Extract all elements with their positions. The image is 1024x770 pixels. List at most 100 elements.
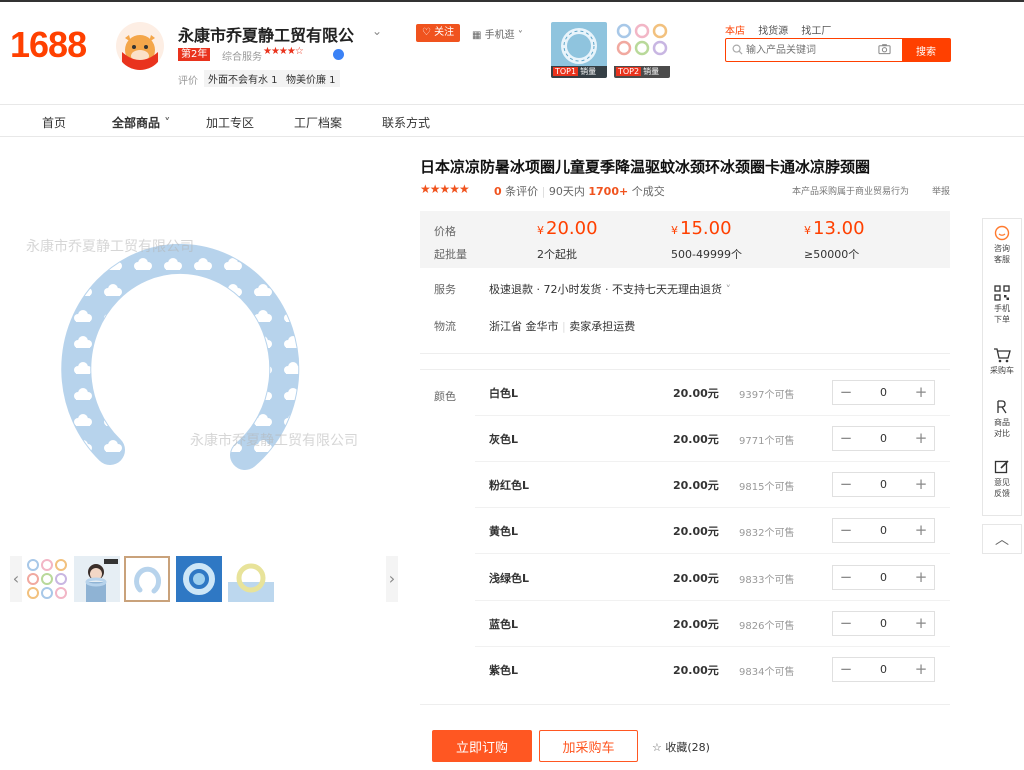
thumbnail[interactable] <box>176 556 222 602</box>
quantity-input[interactable] <box>859 566 908 589</box>
variant-price: 20.00元 <box>673 387 719 400</box>
minus-icon[interactable]: − <box>833 519 859 542</box>
minus-icon[interactable]: − <box>833 473 859 496</box>
variant-price: 20.00元 <box>673 525 719 538</box>
eval-tag: 外面不会有水 1 <box>204 70 282 87</box>
tier-moq: ≥50000个 <box>804 248 860 261</box>
nav-all-products[interactable]: 全部商品 ˅ <box>112 114 170 131</box>
variant-stock: 9832个可售 <box>739 528 795 539</box>
thumbnail[interactable] <box>228 556 274 602</box>
scope-tab-source[interactable]: 找货源 <box>758 26 788 37</box>
logistics-text: 浙江省 金华市 | 卖家承担运费 <box>489 320 636 333</box>
plus-icon[interactable]: + <box>908 427 934 450</box>
chevron-up-icon: ︿ <box>995 532 1009 548</box>
scope-tab-shop[interactable]: 本店 <box>725 26 745 37</box>
plus-icon[interactable]: + <box>908 658 934 681</box>
variant-row: 粉红色L 20.00元 9815个可售 − + <box>475 462 950 508</box>
back-to-top-button[interactable]: ︿ <box>982 524 1022 554</box>
qr-icon: ▦ <box>472 30 482 41</box>
variant-name: 黄色L <box>489 525 519 538</box>
edit-icon <box>994 460 1009 474</box>
favorite-button[interactable]: ☆ 收藏(28) <box>652 739 710 755</box>
chevron-down-icon: ˅ <box>725 283 731 296</box>
variant-name: 蓝色L <box>489 618 519 631</box>
price-label: 价格 <box>434 225 456 238</box>
quantity-input[interactable] <box>859 381 908 404</box>
variant-name: 灰色L <box>489 433 519 446</box>
plus-icon[interactable]: + <box>908 612 934 635</box>
sidebar-item-feedback[interactable]: 意见反馈 <box>983 459 1021 499</box>
minus-icon[interactable]: − <box>833 612 859 635</box>
variant-name: 浅绿色L <box>489 572 530 585</box>
service-label: 服务 <box>434 283 456 296</box>
shop-name[interactable]: 永康市乔夏静工贸有限公 <box>178 22 354 46</box>
product-title: 日本凉凉防暑冰项圈儿童夏季降温驱蚊冰颈环冰颈圈卡通冰凉脖颈圈 <box>420 158 871 176</box>
cart-icon <box>994 348 1011 363</box>
chevron-down-icon: ˅ <box>517 30 523 41</box>
chat-icon <box>994 225 1010 241</box>
chevron-right-icon[interactable]: › <box>386 556 398 602</box>
variant-price: 20.00元 <box>673 572 719 585</box>
camera-icon[interactable] <box>878 43 891 55</box>
thumbnail[interactable] <box>24 556 70 602</box>
top-rank-badge-1[interactable]: TOP1 销量 <box>551 22 607 78</box>
variant-stock: 9771个可售 <box>739 436 795 447</box>
site-logo[interactable]: 1688 <box>10 24 87 66</box>
minus-icon[interactable]: − <box>833 566 859 589</box>
variant-row: 灰色L 20.00元 9771个可售 − + <box>475 416 950 462</box>
service-text[interactable]: 极速退款 · 72小时发货 · 不支持七天无理由退货 ˅ <box>489 281 731 297</box>
plus-icon[interactable]: + <box>908 566 934 589</box>
price-panel: 价格 起批量 ¥20.00 2个起批 ¥15.00 500-49999个 ¥13… <box>420 211 950 268</box>
sidebar-item-compare[interactable]: 商品对比 <box>983 399 1021 439</box>
follow-button[interactable]: ♡ 关注 <box>416 24 460 42</box>
variant-price: 20.00元 <box>673 479 719 492</box>
add-to-cart-button[interactable]: 加采购车 <box>539 730 638 762</box>
shop-avatar[interactable] <box>116 22 164 70</box>
quantity-input[interactable] <box>859 612 908 635</box>
minus-icon[interactable]: − <box>833 658 859 681</box>
search-button[interactable]: 搜索 <box>902 39 950 61</box>
thumbnail-selected[interactable] <box>124 556 170 602</box>
sidebar-item-service[interactable]: 咨询客服 <box>983 225 1021 265</box>
plus-icon[interactable]: + <box>908 473 934 496</box>
quantity-stepper: − + <box>832 380 935 405</box>
report-link[interactable]: 举报 <box>932 184 950 197</box>
plus-icon[interactable]: + <box>908 519 934 542</box>
sidebar-item-mobile[interactable]: 手机下单 <box>983 285 1021 325</box>
buy-now-button[interactable]: 立即订购 <box>432 730 532 762</box>
sidebar-item-cart[interactable]: 采购车 <box>983 347 1021 376</box>
quantity-input[interactable] <box>859 658 908 681</box>
variant-stock: 9397个可售 <box>739 390 795 401</box>
mobile-link[interactable]: ▦ 手机逛 ˅ <box>472 26 523 41</box>
watermark: 永康市乔夏静工贸有限公司 <box>26 239 194 255</box>
plus-icon[interactable]: + <box>908 381 934 404</box>
tier-moq: 500-49999个 <box>671 248 742 261</box>
page-header: 1688 永康市乔夏静工贸有限公 ⌄ 第2年 综合服务 ★★★★☆ 评价 外面不… <box>0 0 1024 104</box>
nav-processing[interactable]: 加工专区 <box>206 114 254 131</box>
quantity-input[interactable] <box>859 519 908 542</box>
quantity-stepper: − + <box>832 472 935 497</box>
review-count[interactable]: 0 <box>494 185 502 198</box>
top-rank-badge-2[interactable]: TOP2 销量 <box>614 22 670 78</box>
variant-stock: 9826个可售 <box>739 621 795 632</box>
variant-name: 白色L <box>489 387 519 400</box>
quantity-stepper: − + <box>832 565 935 590</box>
tier-price: ¥20.00 <box>537 218 598 239</box>
nav-contact[interactable]: 联系方式 <box>382 114 430 131</box>
thumbnail[interactable] <box>74 556 120 602</box>
main-product-image[interactable]: 永康市乔夏静工贸有限公司 永康市乔夏静工贸有限公司 <box>10 150 400 545</box>
nav-factory-profile[interactable]: 工厂档案 <box>294 114 342 131</box>
chevron-left-icon[interactable]: ‹ <box>10 556 22 602</box>
divider <box>420 704 950 705</box>
variant-row: 白色L 20.00元 9397个可售 − + <box>475 370 950 416</box>
quantity-input[interactable] <box>859 473 908 496</box>
search-input[interactable] <box>746 42 886 58</box>
scope-tab-factory[interactable]: 找工厂 <box>801 26 831 37</box>
nav-home[interactable]: 首页 <box>42 114 66 131</box>
variant-row: 黄色L 20.00元 9832个可售 − + <box>475 508 950 554</box>
chevron-down-icon[interactable]: ⌄ <box>372 24 382 38</box>
quantity-input[interactable] <box>859 427 908 450</box>
minus-icon[interactable]: − <box>833 427 859 450</box>
minus-icon[interactable]: − <box>833 381 859 404</box>
variant-price: 20.00元 <box>673 433 719 446</box>
